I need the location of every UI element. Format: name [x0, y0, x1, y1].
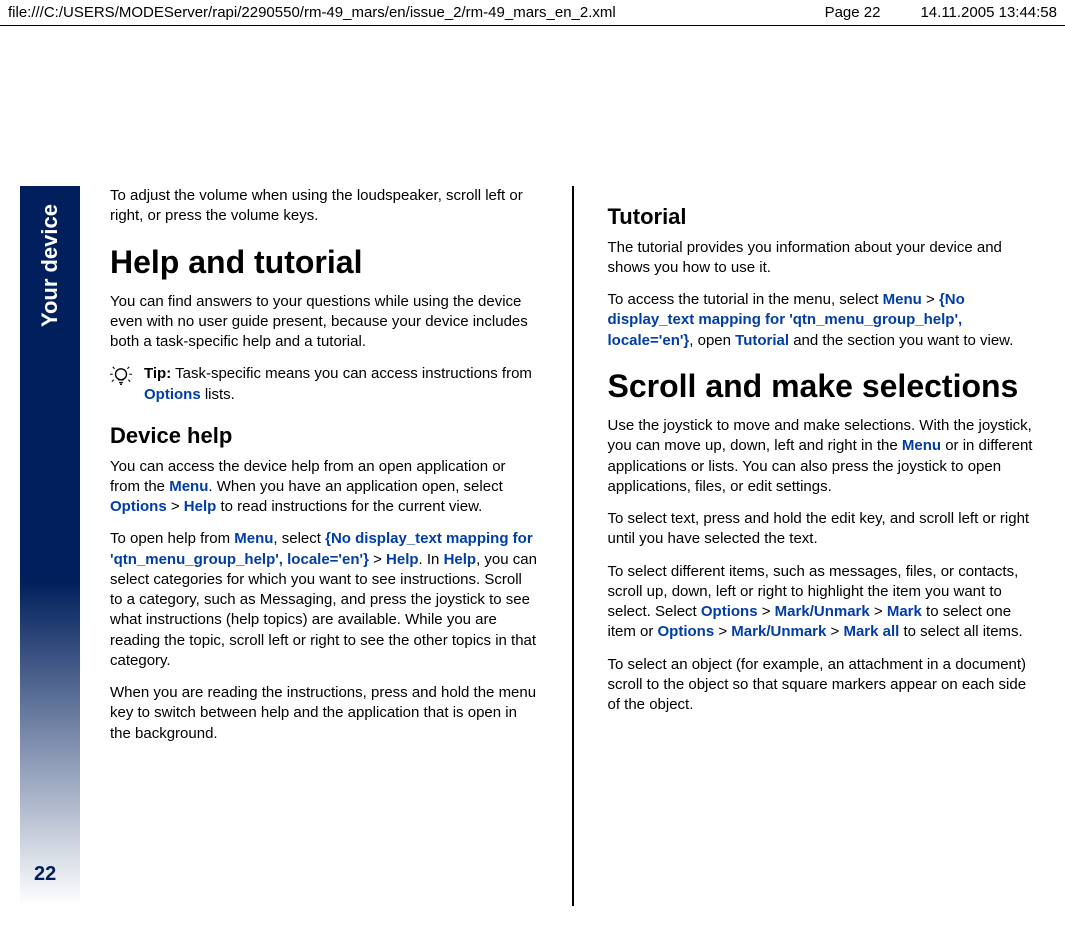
lightbulb-icon	[110, 364, 132, 392]
page-indicator: Page 22	[825, 4, 881, 21]
paragraph: When you are reading the instructions, p…	[110, 683, 538, 744]
paragraph: Use the joystick to move and make select…	[608, 416, 1036, 497]
tip-text: Tip: Task-specific means you can access …	[144, 364, 538, 405]
paragraph: To adjust the volume when using the loud…	[110, 186, 538, 227]
side-tab-label: Your device	[37, 196, 63, 335]
column-divider	[572, 186, 574, 906]
page-number: 22	[34, 863, 56, 886]
paragraph: To open help from Menu, select {No displ…	[110, 529, 538, 671]
paragraph: You can find answers to your questions w…	[110, 292, 538, 353]
paragraph: The tutorial provides you information ab…	[608, 238, 1036, 279]
side-tab: Your device 22	[20, 186, 80, 906]
heading-help-tutorial: Help and tutorial	[110, 241, 538, 284]
heading-tutorial: Tutorial	[608, 202, 1036, 232]
heading-device-help: Device help	[110, 421, 538, 451]
header: file:///C:/USERS/MODEServer/rapi/2290550…	[0, 0, 1065, 26]
file-path: file:///C:/USERS/MODEServer/rapi/2290550…	[8, 4, 616, 21]
paragraph: To select text, press and hold the edit …	[608, 509, 1036, 550]
paragraph: To select an object (for example, an att…	[608, 655, 1036, 716]
heading-scroll-selections: Scroll and make selections	[608, 365, 1036, 408]
column-right: Tutorial The tutorial provides you infor…	[608, 186, 1036, 906]
paragraph: To select different items, such as messa…	[608, 562, 1036, 643]
paragraph: You can access the device help from an o…	[110, 457, 538, 518]
tip-box: Tip: Task-specific means you can access …	[110, 364, 538, 405]
paragraph: To access the tutorial in the menu, sele…	[608, 290, 1036, 351]
column-left: To adjust the volume when using the loud…	[110, 186, 538, 906]
timestamp: 14.11.2005 13:44:58	[920, 4, 1057, 21]
